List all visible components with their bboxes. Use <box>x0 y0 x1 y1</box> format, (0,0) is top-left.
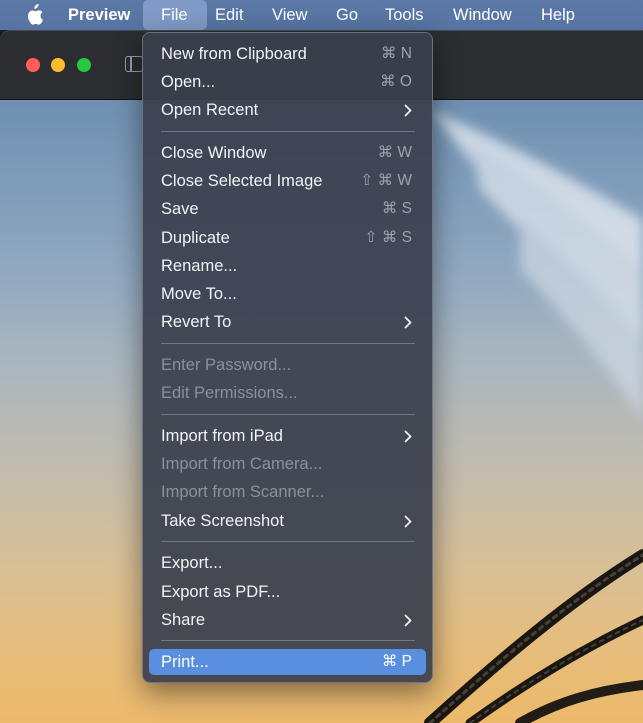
sidebar-toggle-icon[interactable] <box>125 56 143 72</box>
menu-item-revert-to[interactable]: Revert To <box>149 309 426 335</box>
menu-edit[interactable]: Edit <box>215 0 243 30</box>
rope-lines <box>424 549 643 723</box>
menu-item-take-screenshot[interactable]: Take Screenshot <box>149 508 426 534</box>
minimize-window-button[interactable] <box>51 58 65 72</box>
menu-file[interactable]: File <box>161 0 188 30</box>
chevron-right-icon <box>404 316 412 329</box>
menu-item-open-recent[interactable]: Open Recent <box>149 97 426 123</box>
menu-item-export-as-pdf[interactable]: Export as PDF... <box>149 579 426 605</box>
zoom-window-button[interactable] <box>77 58 91 72</box>
file-menu-dropdown: New from Clipboard ⌘ N Open... ⌘ O Open … <box>142 32 433 683</box>
menu-separator <box>161 541 415 542</box>
menu-item-label: Print... <box>161 653 209 671</box>
menu-item-label: Open Recent <box>161 101 259 119</box>
menu-item-label: Save <box>161 200 199 218</box>
menu-item-label: Close Window <box>161 144 267 162</box>
shortcut-label: ⌘ S <box>381 200 412 217</box>
menu-item-close-selected-image[interactable]: Close Selected Image ⇧ ⌘ W <box>149 168 426 194</box>
chevron-right-icon <box>404 515 412 528</box>
menu-item-close-window[interactable]: Close Window ⌘ W <box>149 140 426 166</box>
menu-item-label: Enter Password... <box>161 356 292 374</box>
menu-item-label: Export... <box>161 554 223 572</box>
menu-item-label: Revert To <box>161 313 232 331</box>
menu-item-label: Close Selected Image <box>161 172 323 190</box>
menu-item-label: New from Clipboard <box>161 45 307 63</box>
app-name-menu[interactable]: Preview <box>68 0 130 30</box>
shortcut-label: ⌘ N <box>381 45 412 62</box>
cloud-streak <box>430 110 643 420</box>
chevron-right-icon <box>404 104 412 117</box>
menu-help[interactable]: Help <box>541 0 575 30</box>
menu-view[interactable]: View <box>272 0 307 30</box>
menu-separator <box>161 640 415 641</box>
apple-logo-icon[interactable] <box>24 4 44 26</box>
menu-item-export[interactable]: Export... <box>149 550 426 576</box>
menu-item-open[interactable]: Open... ⌘ O <box>149 69 426 95</box>
menu-item-label: Duplicate <box>161 229 230 247</box>
shortcut-label: ⌘ O <box>380 73 412 90</box>
menu-go[interactable]: Go <box>336 0 358 30</box>
menu-item-label: Export as PDF... <box>161 583 281 601</box>
menu-item-share[interactable]: Share <box>149 607 426 633</box>
menu-separator <box>161 343 415 344</box>
shortcut-label: ⌘ P <box>381 653 412 670</box>
menu-item-duplicate[interactable]: Duplicate ⇧ ⌘ S <box>149 225 426 251</box>
menu-bar: Preview File Edit View Go Tools Window H… <box>0 0 643 30</box>
menu-item-save[interactable]: Save ⌘ S <box>149 196 426 222</box>
menu-item-print[interactable]: Print... ⌘ P <box>149 649 426 675</box>
menu-item-rename[interactable]: Rename... <box>149 253 426 279</box>
chevron-right-icon <box>404 430 412 443</box>
menu-separator <box>161 131 415 132</box>
menu-separator <box>161 414 415 415</box>
menu-item-move-to[interactable]: Move To... <box>149 281 426 307</box>
menu-item-label: Share <box>161 611 206 629</box>
close-window-button[interactable] <box>26 58 40 72</box>
chevron-right-icon <box>404 614 412 627</box>
menu-item-label: Import from iPad <box>161 427 283 445</box>
shortcut-label: ⇧ ⌘ S <box>364 229 412 246</box>
shortcut-label: ⇧ ⌘ W <box>360 172 412 189</box>
menu-tools[interactable]: Tools <box>385 0 424 30</box>
menu-item-label: Import from Camera... <box>161 455 323 473</box>
menu-item-label: Take Screenshot <box>161 512 284 530</box>
menu-item-label: Open... <box>161 73 216 91</box>
menu-item-new-from-clipboard[interactable]: New from Clipboard ⌘ N <box>149 41 426 67</box>
menu-item-import-from-scanner: Import from Scanner... <box>149 479 426 505</box>
menu-item-label: Move To... <box>161 285 237 303</box>
menu-item-label: Rename... <box>161 257 238 275</box>
menu-item-label: Edit Permissions... <box>161 384 298 402</box>
menu-item-enter-password: Enter Password... <box>149 352 426 378</box>
menu-item-import-from-ipad[interactable]: Import from iPad <box>149 423 426 449</box>
menu-item-label: Import from Scanner... <box>161 483 325 501</box>
menu-item-import-from-camera: Import from Camera... <box>149 451 426 477</box>
shortcut-label: ⌘ W <box>377 144 412 161</box>
menu-item-edit-permissions: Edit Permissions... <box>149 380 426 406</box>
menu-window[interactable]: Window <box>453 0 512 30</box>
